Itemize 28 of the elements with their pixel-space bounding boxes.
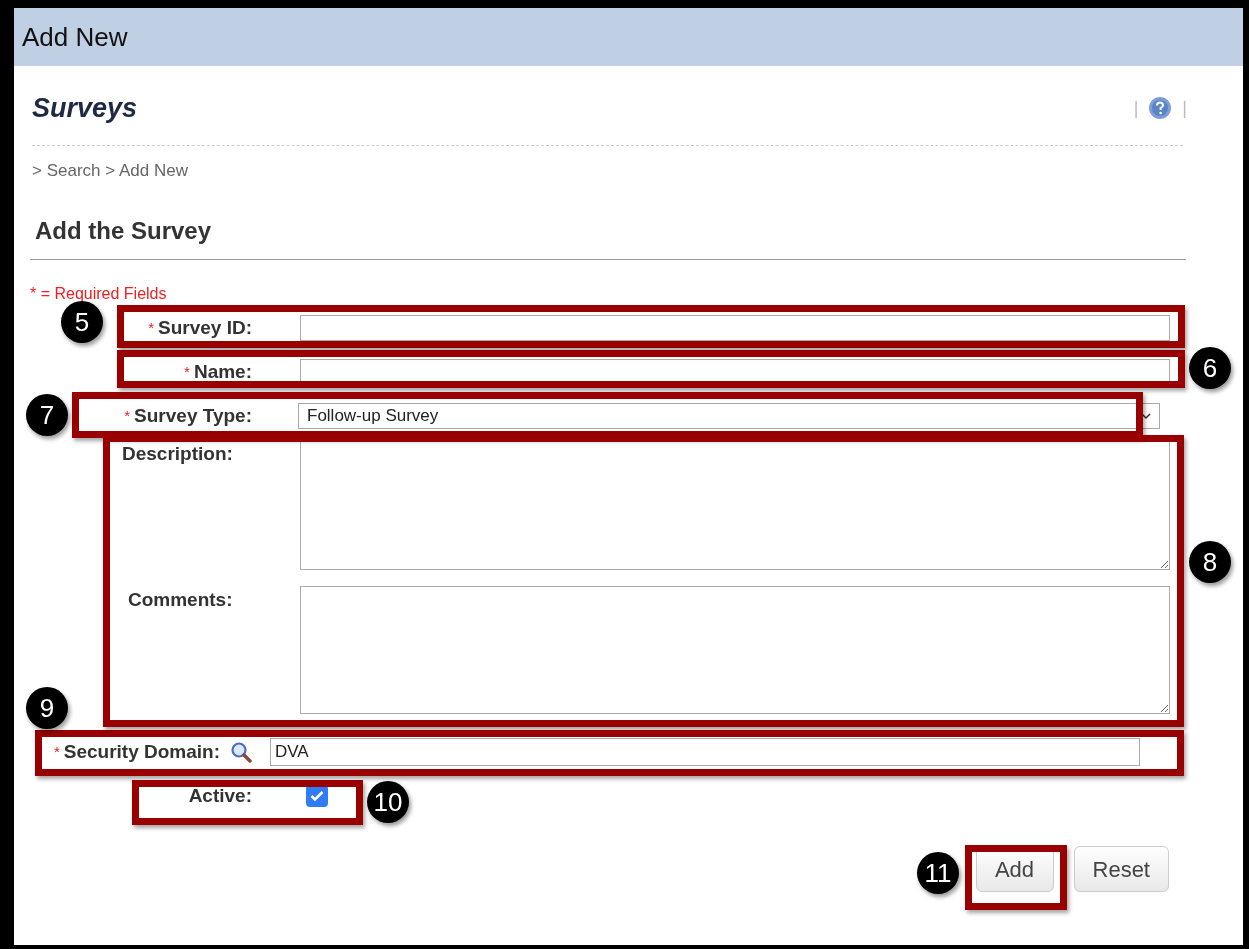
required-asterisk: * [184,361,190,382]
field-label: Active: [188,783,252,808]
breadcrumb: > Search > Add New [32,159,189,182]
required-asterisk: * [53,741,60,762]
checkbox[interactable] [306,785,328,807]
text-area[interactable] [300,440,1170,570]
required-asterisk: * [124,405,131,426]
field-label: Description: [122,442,233,466]
field-label: Survey Type: [134,403,252,428]
checkmark-icon [310,790,324,802]
page-title: Surveys [32,92,138,125]
separator: | [1133,96,1139,120]
field-label: Name: [193,359,252,384]
text-field[interactable] [300,315,1170,341]
dropdown-field[interactable]: Follow-up Survey [298,403,1160,429]
text-field[interactable]: DVA [270,738,1140,766]
required-fields-note: * = Required Fields [30,284,168,304]
header-title: Add New [22,20,128,54]
reset-button[interactable]: Reset [1073,846,1169,892]
separator: | [1182,96,1187,120]
field-label: Survey ID: [158,315,252,340]
search-icon[interactable] [230,741,252,763]
caret-icon [1141,412,1151,420]
field-label: Security Domain: [63,739,220,764]
field-label: Comments: [127,588,233,612]
help-icon[interactable] [1148,96,1173,121]
required-asterisk: * [148,317,154,338]
section-title: Add the Survey [35,216,213,246]
